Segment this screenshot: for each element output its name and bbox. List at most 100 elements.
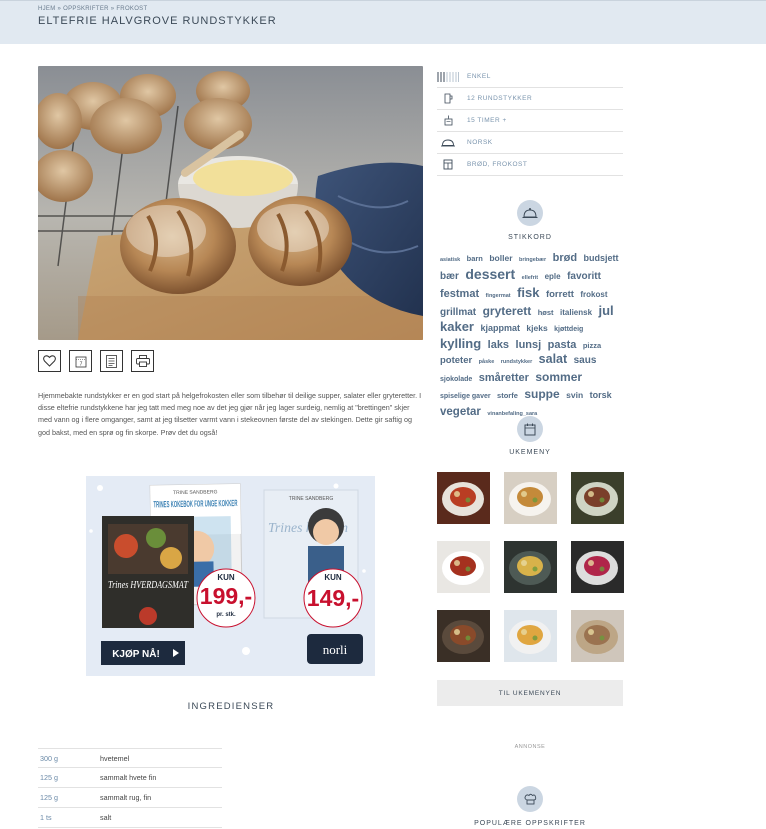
tag-link[interactable]: torsk [590,390,612,400]
ukemeny-thumbnail[interactable] [437,541,490,593]
breadcrumb-home[interactable]: HJEM [38,6,56,12]
print-button[interactable] [131,350,154,372]
page-header: HJEM » OPPSKRIFTER » FROKOST ELTEFRIE HA… [0,0,766,44]
tag-link[interactable]: eple [545,272,561,281]
ukemeny-thumbnail[interactable] [504,541,557,593]
tag-link[interactable]: vegetar [440,406,481,418]
tag-link[interactable]: kjeks [526,323,547,333]
tag-link[interactable]: påske [479,359,495,365]
ingredient-quantity: 125 g [40,773,58,782]
tag-link[interactable]: saus [574,355,597,366]
ad-author-book3: TRINE SANDBERG [289,496,334,502]
chef-hat-circle-icon [517,786,543,812]
tag-link[interactable]: småretter [479,372,529,384]
ad-price1-kun: KUN [217,573,235,582]
ukemeny-thumbnail[interactable] [437,610,490,662]
tag-link[interactable]: storfe [497,391,518,400]
tag-link[interactable]: kylling [440,336,481,351]
tag-link[interactable]: barn [467,254,483,263]
cloche-circle-icon [517,200,543,226]
ukemeny-button[interactable]: TIL UKEMENYEN [437,680,623,706]
populaere-heading: POPULÆRE OPPSKRIFTER [474,820,586,827]
ingredients-list: 300 g hvetemel 125 g sammalt hvete fin 125 g… [38,748,222,828]
tag-link[interactable]: fisk [517,285,539,300]
breadcrumb-frokost[interactable]: FROKOST [116,6,147,12]
ingredient-row: 300 g hvetemel [38,748,222,768]
ukemeny-thumbnail[interactable] [437,472,490,524]
tag-link[interactable]: frokost [580,290,607,299]
tag-link[interactable]: kjøttdeig [554,326,583,333]
ingredient-row: 1 ts salt [38,808,222,828]
tag-link[interactable]: ellefrit [522,275,539,281]
ingredient-name: sammalt rug, fin [100,793,152,802]
cloche-icon [437,138,459,147]
ukemeny-thumbnail[interactable] [504,472,557,524]
tag-link[interactable]: poteter [440,355,472,366]
tag-link[interactable]: dessert [465,266,515,282]
tag-link[interactable]: gryterett [483,304,532,318]
ukemeny-thumbnail[interactable] [571,610,624,662]
tag-link[interactable]: italiensk [560,308,592,317]
page-title: ELTEFRIE HALVGROVE RUNDSTYKKER [38,15,277,27]
ukemeny-thumbnail[interactable] [571,541,624,593]
tag-link[interactable]: sjokolade [440,376,472,383]
ingredient-quantity: 300 g [40,753,58,763]
meta-row: 15 TIMER + [437,110,623,132]
tag-link[interactable]: festmat [440,288,479,300]
tag-link[interactable]: fingermat [486,293,511,299]
tag-link[interactable]: brød [553,252,577,264]
ad-book1-title: TRINES KOKEBOK FOR UNGE KOKKER [153,498,237,509]
difficulty-icon [437,71,459,82]
tag-link[interactable]: bringebær [519,257,546,263]
servings-icon [437,93,459,104]
tag-link[interactable]: pasta [548,339,577,351]
tag-link[interactable]: budsjett [584,253,619,263]
list-icon [106,354,117,368]
tag-link[interactable]: salat [539,352,568,366]
category-icon [437,159,459,170]
tag-link[interactable]: jul [598,303,613,318]
ingredient-quantity: 1 ts [40,813,52,822]
calendar-circle-icon [517,416,543,442]
tag-link[interactable]: høst [538,308,554,317]
tag-link[interactable]: sommer [535,370,582,384]
tag-link[interactable]: bær [440,271,459,282]
tag-link[interactable]: kaker [440,319,474,334]
tag-link[interactable]: grillmat [440,307,476,318]
ad-price2: 149,- [307,585,359,611]
ad-book2-title: Trines HVERDAGSMAT [108,580,189,591]
ad-cta[interactable]: KJØP NÅ! [112,647,160,660]
tag-link[interactable]: kjappmat [480,323,520,333]
ukemeny-heading: UKEMENY [509,449,551,456]
breadcrumb-separator: » [55,6,64,12]
timer-icon [437,115,459,126]
tag-cloud: asiatisk barn boller bringebær brød buds… [440,250,624,422]
meta-row: NORSK [437,132,623,154]
tag-link[interactable]: asiatisk [440,257,460,263]
tag-link[interactable]: spiselige gaver [440,393,491,400]
meta-row: BRØD, FROKOST [437,154,623,176]
tag-link[interactable]: suppe [524,387,559,401]
tag-link[interactable]: svin [566,390,583,400]
ad-price1-unit: pr. stk. [216,612,236,618]
favorite-button[interactable] [38,350,61,372]
ukemeny-thumbnail[interactable] [504,610,557,662]
tag-link[interactable]: boller [489,253,512,263]
ukemeny-thumbnail[interactable] [571,472,624,524]
recipe-photo [38,66,423,340]
tag-link[interactable]: lunsj [516,339,542,351]
breadcrumb-oppskrifter[interactable]: OPPSKRIFTER [63,6,109,12]
tag-link[interactable]: rundstykker [501,359,533,365]
tag-link[interactable]: laks [488,339,509,351]
recipe-intro: Hjemmebakte rundstykker er en god start … [38,391,422,437]
annonse-label: ANNONSE [514,744,546,750]
shopping-list-button[interactable] [100,350,123,372]
tag-link[interactable]: forrett [546,289,574,300]
tag-link[interactable]: favoritt [567,271,601,282]
ad-author: TRINE SANDBERG [173,489,218,496]
ingredient-quantity: 125 g [40,793,58,802]
recipe-meta: ENKEL 12 RUNDSTYKKER 15 TIMER + NORSK BRØD, … [437,66,623,176]
advertisement-banner[interactable]: TRINE SANDBERG TRINES KOKEBOK FOR UNGE K… [86,476,375,676]
tag-link[interactable]: pizza [583,341,601,350]
add-to-calendar-button[interactable]: 7 [69,350,92,372]
